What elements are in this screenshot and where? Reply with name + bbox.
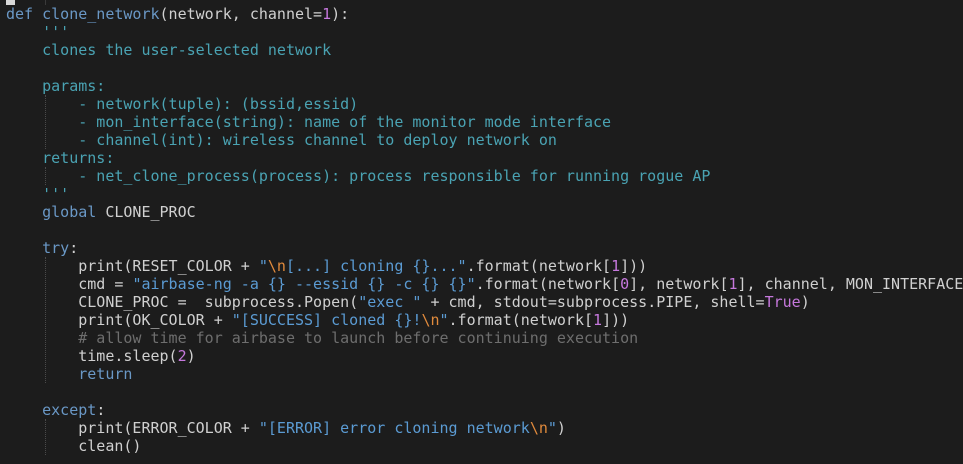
code-token: - network(tuple): (bssid,essid): [6, 95, 359, 113]
code-token: 1: [611, 257, 621, 275]
code-token: 1: [322, 5, 332, 23]
code-editor[interactable]: def clone_network(network, channel=1): '…: [0, 0, 963, 464]
code-token: "exec ": [358, 293, 422, 311]
code-token: clean(): [6, 437, 142, 455]
code-token: ": [547, 419, 557, 437]
code-token: def: [6, 5, 43, 23]
code-line[interactable]: # allow time for airbase to launch befor…: [6, 329, 638, 347]
code-token: ": [258, 257, 268, 275]
code-token: .format(network[: [448, 311, 594, 329]
code-line[interactable]: return: [6, 365, 132, 383]
code-line[interactable]: ''': [6, 23, 69, 41]
code-line[interactable]: global CLONE_PROC: [6, 203, 196, 221]
code-token: ], channel, MON_INTERFACE: [737, 275, 963, 293]
code-token: ": [439, 311, 449, 329]
code-line[interactable]: - net_clone_process(process): process re…: [6, 167, 710, 185]
code-line[interactable]: - channel(int): wireless channel to depl…: [6, 131, 557, 149]
code-line[interactable]: except:: [6, 401, 105, 419]
code-token: ''': [6, 185, 70, 203]
code-line[interactable]: CLONE_PROC = subprocess.Popen("exec " + …: [6, 293, 810, 311]
code-token: ): [556, 419, 566, 437]
code-token: print(RESET_COLOR +: [6, 257, 259, 275]
code-token: CLONE_PROC = subprocess.Popen(: [6, 293, 359, 311]
code-token: print(OK_COLOR +: [6, 311, 232, 329]
code-token: :: [69, 239, 79, 257]
code-token: ])): [602, 311, 630, 329]
code-token: ): [186, 347, 196, 365]
code-token: - channel(int): wireless channel to depl…: [6, 131, 557, 149]
code-line[interactable]: params:: [6, 77, 105, 95]
code-token: ])): [620, 257, 648, 275]
code-token: try: [6, 239, 70, 257]
code-line[interactable]: print(RESET_COLOR + "\n[...] cloning {}.…: [6, 257, 647, 275]
code-token: (network, channel=: [159, 5, 323, 23]
code-line[interactable]: clones the user-selected network: [6, 41, 331, 59]
code-line[interactable]: cmd = "airbase-ng -a {} --essid {} -c {}…: [6, 275, 963, 293]
code-token: [...] cloning {}...": [285, 257, 467, 275]
code-line[interactable]: ''': [6, 185, 69, 203]
code-token: .format(network[: [466, 257, 612, 275]
code-token: returns:: [6, 149, 115, 167]
code-token: "airbase-ng -a {} --essid {} -c {} {}": [132, 275, 476, 293]
code-line[interactable]: print(ERROR_COLOR + "[ERROR] error cloni…: [6, 419, 566, 437]
code-line[interactable]: - network(tuple): (bssid,essid): [6, 95, 358, 113]
code-token: 1: [728, 275, 738, 293]
code-token: 1: [593, 311, 603, 329]
code-line[interactable]: clean(): [6, 437, 141, 455]
code-token: \n: [267, 257, 286, 275]
code-line[interactable]: def clone_network(network, channel=1):: [6, 5, 349, 23]
code-token: clone_network: [42, 5, 160, 23]
code-line[interactable]: try:: [6, 239, 78, 257]
code-token: - mon_interface(string): name of the mon…: [6, 113, 612, 131]
code-token: ):: [331, 5, 350, 23]
code-token: params:: [6, 77, 106, 95]
code-line[interactable]: time.sleep(2): [6, 347, 196, 365]
code-token: \n: [529, 419, 548, 437]
code-token: "[ERROR] error cloning network: [258, 419, 530, 437]
code-line[interactable]: - mon_interface(string): name of the mon…: [6, 113, 611, 131]
code-token: - net_clone_process(process): process re…: [6, 167, 711, 185]
code-token: except: [6, 401, 97, 419]
code-token: ], network[: [629, 275, 729, 293]
code-token: .format(network[: [475, 275, 621, 293]
code-token: 2: [177, 347, 187, 365]
code-token: ): [800, 293, 810, 311]
code-token: \n: [421, 311, 440, 329]
code-token: "[SUCCESS] cloned {}!: [231, 311, 422, 329]
code-token: print(ERROR_COLOR +: [6, 419, 259, 437]
code-token: CLONE_PROC: [105, 203, 196, 221]
code-token: True: [764, 293, 801, 311]
code-token: clones the user-selected network: [6, 41, 332, 59]
code-line[interactable]: returns:: [6, 149, 114, 167]
code-token: global: [6, 203, 106, 221]
code-token: + cmd, stdout=subprocess.PIPE, shell=: [421, 293, 765, 311]
code-token: cmd =: [6, 275, 133, 293]
code-token: return: [6, 365, 133, 383]
code-token: time.sleep(: [6, 347, 178, 365]
code-token: ''': [6, 23, 70, 41]
code-token: # allow time for airbase to launch befor…: [6, 329, 639, 347]
code-token: :: [96, 401, 106, 419]
code-line[interactable]: print(OK_COLOR + "[SUCCESS] cloned {}!\n…: [6, 311, 629, 329]
code-token: 0: [620, 275, 630, 293]
